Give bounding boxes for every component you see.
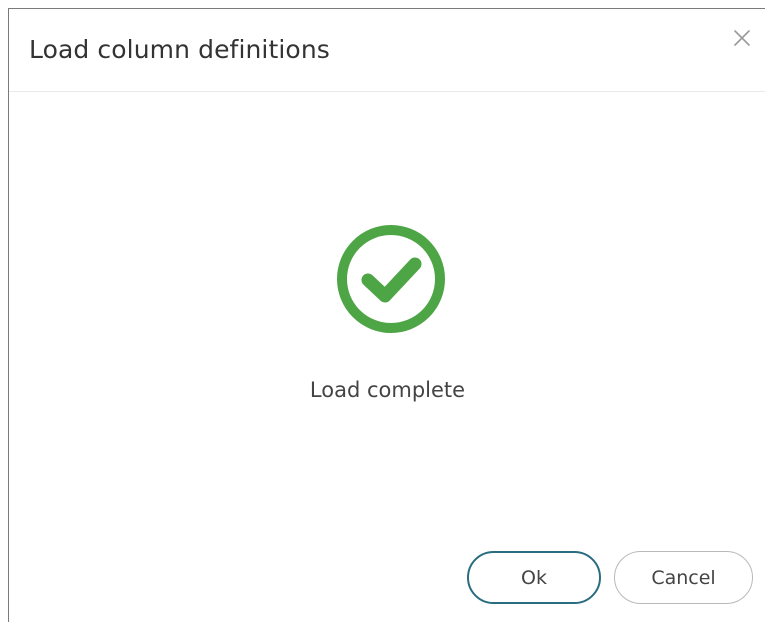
- cancel-button[interactable]: Cancel: [614, 551, 753, 604]
- header-divider: [9, 91, 765, 92]
- check-circle-icon: [337, 225, 445, 333]
- status-message: Load complete: [309, 378, 466, 402]
- close-icon: [734, 30, 750, 46]
- close-button[interactable]: [731, 27, 753, 49]
- dialog-title: Load column definitions: [29, 35, 330, 64]
- ok-button[interactable]: Ok: [467, 551, 601, 604]
- load-column-definitions-dialog: Load column definitions Load complete Ok…: [8, 8, 765, 622]
